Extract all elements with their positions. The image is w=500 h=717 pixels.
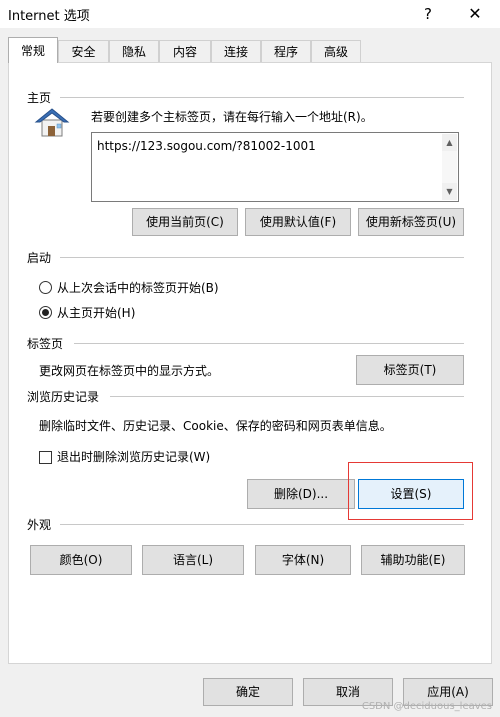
ok-button[interactable]: 确定 — [203, 678, 293, 706]
tabs-section-label: 标签页 — [27, 335, 70, 352]
tab-programs[interactable]: 程序 — [261, 40, 311, 62]
delete-history-button[interactable]: 删除(D)... — [247, 479, 355, 509]
delete-on-exit-label[interactable]: 退出时删除浏览历史记录(W) — [57, 448, 210, 465]
home-instruction: 若要创建多个主标签页，请在每行输入一个地址(R)。 — [91, 110, 373, 124]
tabs-description: 更改网页在标签页中的显示方式。 — [39, 364, 220, 378]
startup-last-session-radio[interactable] — [39, 281, 52, 294]
tab-security[interactable]: 安全 — [58, 40, 109, 62]
house-icon — [34, 108, 70, 137]
use-new-tab-button[interactable]: 使用新标签页(U) — [358, 208, 464, 236]
tab-content[interactable]: 内容 — [159, 40, 211, 62]
window-title: Internet 选项 — [8, 9, 90, 24]
tab-general[interactable]: 常规 — [8, 37, 58, 63]
scroll-up-arrow-icon[interactable]: ▲ — [442, 134, 457, 151]
history-description: 删除临时文件、历史记录、Cookie、保存的密码和网页表单信息。 — [39, 419, 392, 433]
fonts-button[interactable]: 字体(N) — [255, 545, 351, 575]
tabs-divider — [74, 343, 464, 344]
tab-privacy[interactable]: 隐私 — [109, 40, 159, 62]
highlight-box — [348, 462, 473, 520]
help-button[interactable]: ? — [414, 0, 442, 28]
colors-button[interactable]: 颜色(O) — [30, 545, 132, 575]
appearance-divider — [60, 524, 464, 525]
startup-home-radio[interactable] — [39, 306, 52, 319]
use-default-button[interactable]: 使用默认值(F) — [245, 208, 351, 236]
close-button[interactable]: ✕ — [455, 0, 495, 28]
textarea-scrollbar-track[interactable] — [442, 151, 457, 183]
startup-last-session-label[interactable]: 从上次会话中的标签页开始(B) — [57, 279, 219, 296]
startup-home-label[interactable]: 从主页开始(H) — [57, 304, 135, 321]
tab-advanced[interactable]: 高级 — [311, 40, 361, 62]
history-divider — [110, 396, 464, 397]
delete-on-exit-checkbox[interactable] — [39, 451, 52, 464]
home-url-line: https://123.sogou.com/?81002-1001 — [97, 139, 316, 153]
startup-divider — [60, 257, 464, 258]
accessibility-button[interactable]: 辅助功能(E) — [361, 545, 465, 575]
tabs-settings-button[interactable]: 标签页(T) — [356, 355, 464, 385]
scroll-down-arrow-icon[interactable]: ▼ — [442, 183, 457, 200]
home-urls-textarea[interactable]: https://123.sogou.com/?81002-1001 ▲ ▼ — [91, 132, 459, 202]
startup-section-label: 启动 — [27, 249, 58, 266]
watermark: CSDN @deciduous_leaves — [361, 701, 492, 712]
appearance-section-label: 外观 — [27, 516, 58, 533]
use-current-button[interactable]: 使用当前页(C) — [132, 208, 238, 236]
home-divider — [60, 97, 464, 98]
history-section-label: 浏览历史记录 — [27, 388, 106, 405]
home-section-label: 主页 — [27, 89, 58, 106]
tab-connections[interactable]: 连接 — [211, 40, 261, 62]
languages-button[interactable]: 语言(L) — [142, 545, 244, 575]
